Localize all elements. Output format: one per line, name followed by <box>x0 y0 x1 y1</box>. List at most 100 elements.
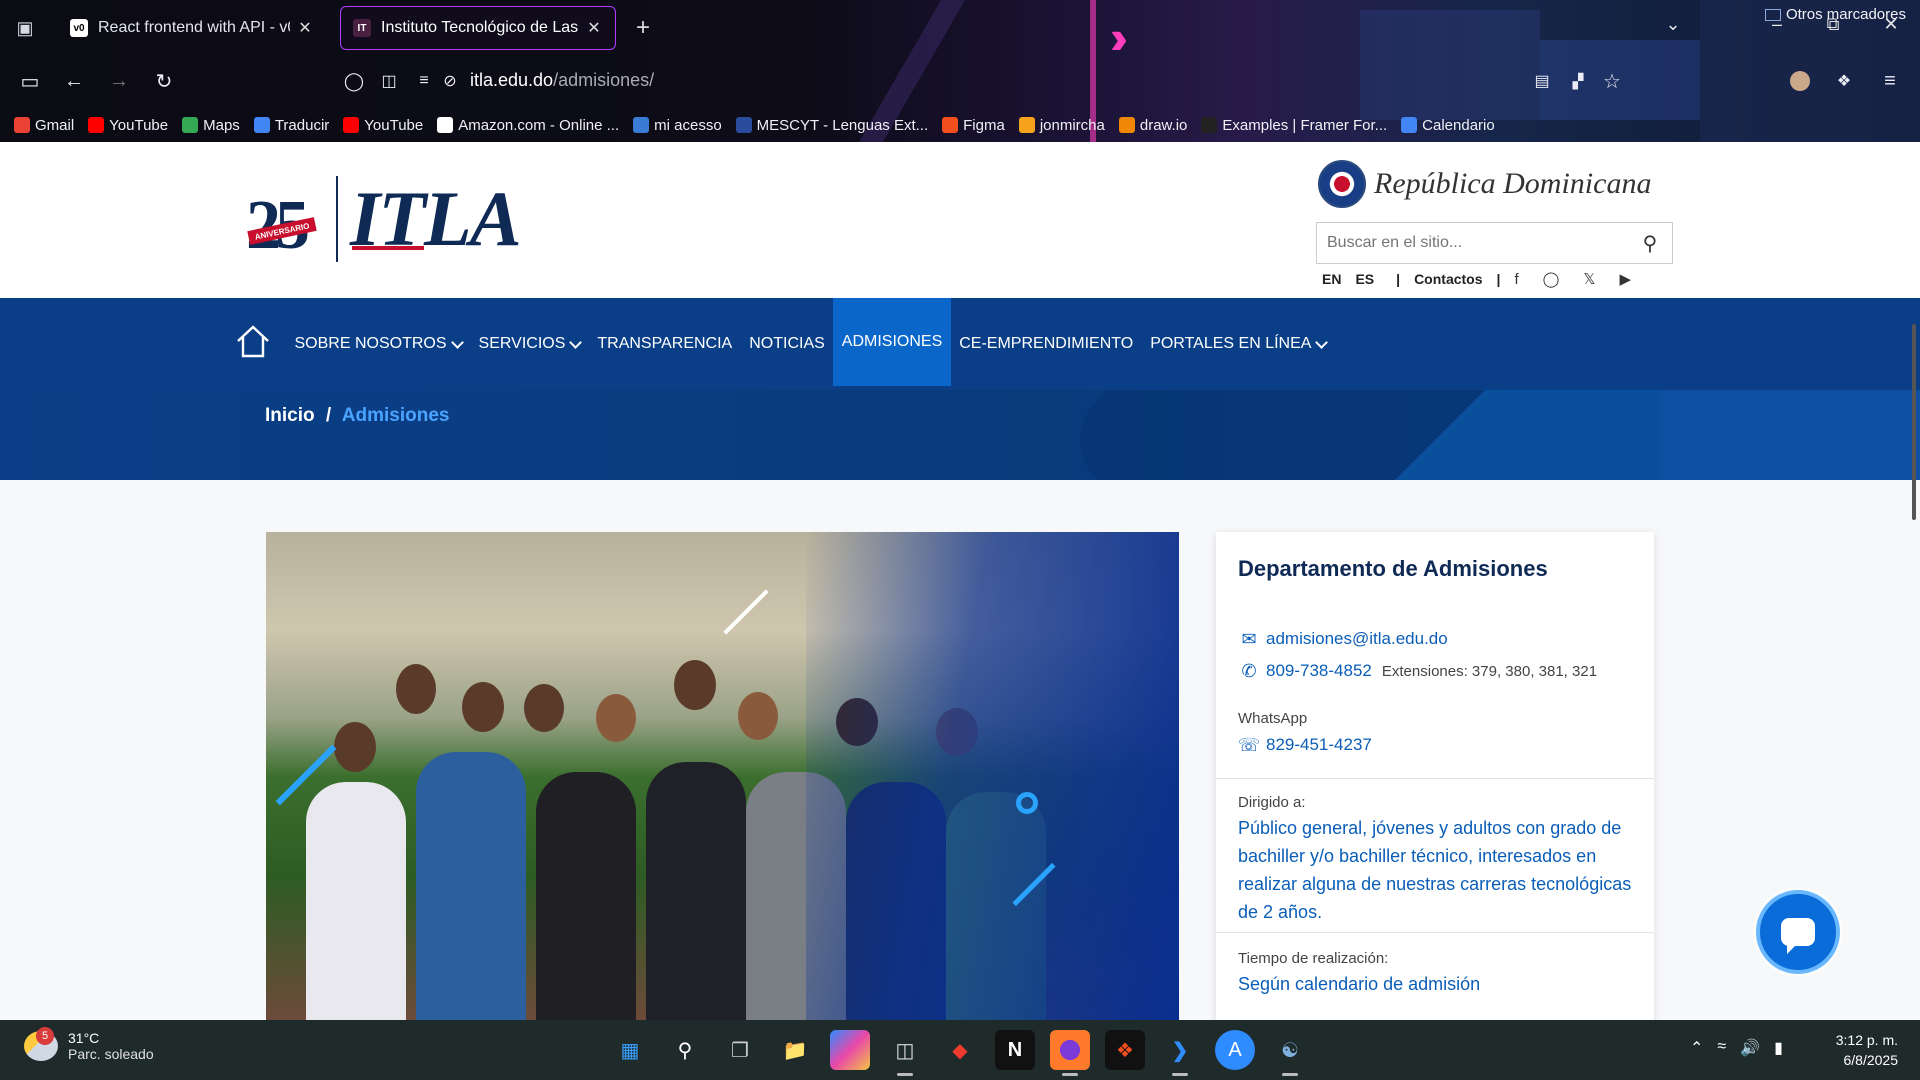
bookmark-item[interactable]: YouTube <box>343 117 423 134</box>
bookmark-favicon-icon <box>1118 117 1135 133</box>
home-icon[interactable] <box>234 322 272 360</box>
reader-mode-icon[interactable]: ▤ <box>1528 68 1556 94</box>
tracking-icon[interactable]: ⊘ <box>436 68 464 94</box>
menu-icon[interactable]: ≡ <box>1876 68 1904 94</box>
search-icon[interactable]: ⚲ <box>1638 231 1662 256</box>
forward-icon[interactable]: → <box>105 68 133 94</box>
header-utilities: EN ES | Contactos | f ◯ 𝕏 ▶ <box>1322 270 1655 289</box>
lock-icon[interactable]: ◫ <box>375 68 403 94</box>
dirigido-text: Público general, jóvenes y adultos con g… <box>1238 818 1632 922</box>
tab-overflow-chevron-icon[interactable]: ⌄ <box>1658 14 1688 35</box>
bookmark-item[interactable]: Amazon.com - Online ... <box>437 117 619 134</box>
store-icon[interactable]: ◫ <box>885 1030 925 1076</box>
phone-link[interactable]: 809-738-4852 <box>1266 661 1372 681</box>
weather-condition: Parc. soleado <box>68 1046 154 1062</box>
bookmark-item[interactable]: MESCYT - Lenguas Ext... <box>735 117 928 134</box>
copilot-icon[interactable] <box>830 1030 870 1070</box>
chat-button[interactable] <box>1756 890 1840 974</box>
search-icon[interactable]: ⚲ <box>665 1030 705 1070</box>
date: 6/8/2025 <box>1843 1052 1899 1068</box>
vscode-icon[interactable]: ❯ <box>1160 1030 1200 1076</box>
start-icon[interactable]: ▦ <box>610 1030 650 1070</box>
wifi-icon[interactable]: ≈ <box>1717 1038 1726 1058</box>
close-tab-icon[interactable]: ✕ <box>296 18 314 38</box>
bookmark-item[interactable]: Traducir <box>253 117 329 134</box>
nav-item-label: CE-EMPRENDIMIENTO <box>959 335 1134 352</box>
page-scrollbar[interactable] <box>1912 324 1916 520</box>
postgresql-icon[interactable]: ☯ <box>1270 1030 1310 1076</box>
youtube-icon[interactable]: ▶ <box>1620 270 1632 288</box>
email-row[interactable]: ✉ admisiones@itla.edu.do <box>1238 628 1448 650</box>
extensions-icon[interactable]: ❖ <box>1830 68 1858 94</box>
bookmark-favicon-icon <box>1201 117 1218 133</box>
permissions-icon[interactable]: ≡ <box>410 68 438 94</box>
instagram-icon[interactable]: ◯ <box>1543 270 1560 288</box>
bookmark-label: draw.io <box>1139 116 1188 134</box>
bookmark-item[interactable]: Examples | Framer For... <box>1201 117 1387 134</box>
bookmark-item[interactable]: Calendario <box>1401 117 1495 134</box>
sidebar-toggle-icon[interactable]: ▭ <box>16 68 44 94</box>
contactos-link[interactable]: Contactos <box>1414 271 1482 287</box>
nav-item-label: SERVICIOS <box>478 335 566 352</box>
bookmark-label: Examples | Framer For... <box>1222 116 1388 134</box>
nav-item-ce-emprendimiento[interactable]: CE-EMPRENDIMIENTO <box>951 298 1142 390</box>
bookmark-item[interactable]: Figma <box>942 117 1005 134</box>
url-path: /admisiones/ <box>553 70 655 90</box>
firefox-icon[interactable] <box>1050 1030 1090 1076</box>
breadcrumb-home[interactable]: Inicio <box>265 405 315 426</box>
file-explorer-icon[interactable]: 📁 <box>775 1030 815 1070</box>
nav-item-transparencia[interactable]: TRANSPARENCIA <box>589 298 741 390</box>
tab-itla[interactable]: IT Instituto Tecnológico de Las Am ✕ <box>340 6 616 50</box>
anydesk-icon[interactable]: ◆ <box>940 1030 980 1070</box>
lang-es-link[interactable]: ES <box>1355 271 1374 287</box>
figma-icon[interactable]: ❖ <box>1105 1030 1145 1070</box>
nav-item-noticias[interactable]: NOTICIAS <box>741 298 834 390</box>
whatsapp-link[interactable]: 829-451-4237 <box>1266 735 1372 755</box>
chevron-up-icon[interactable]: ⌃ <box>1690 1038 1703 1058</box>
notion-icon[interactable]: N <box>995 1030 1035 1070</box>
nav-item-portales-en-l-nea[interactable]: PORTALES EN LÍNEA <box>1142 298 1335 390</box>
other-bookmarks[interactable]: Otros marcadores <box>1764 6 1906 23</box>
translate-icon[interactable]: ▞ <box>1564 68 1592 94</box>
reload-icon[interactable]: ↻ <box>150 68 178 94</box>
bookmark-item[interactable]: YouTube <box>88 117 168 134</box>
bookmark-favicon-icon <box>942 117 959 133</box>
bookmark-item[interactable]: Maps <box>182 117 240 134</box>
tab-v0[interactable]: v0 React frontend with API - v0 by ✕ <box>58 6 326 50</box>
close-tab-icon[interactable]: ✕ <box>585 18 603 38</box>
back-icon[interactable]: ← <box>60 68 88 94</box>
bookmark-item[interactable]: Gmail <box>14 117 74 134</box>
facebook-icon[interactable]: f <box>1514 271 1518 288</box>
breadcrumb-current: Admisiones <box>341 405 450 426</box>
battery-icon[interactable]: ▮ <box>1774 1038 1783 1058</box>
new-tab-icon[interactable]: + <box>630 14 656 42</box>
itla-logo[interactable]: 25 ANIVERSARIO ITLA <box>246 175 526 266</box>
bookmark-item[interactable]: mi acesso <box>633 117 722 134</box>
x-icon[interactable]: 𝕏 <box>1583 270 1595 288</box>
bookmark-item[interactable]: draw.io <box>1118 116 1188 134</box>
weather-widget[interactable]: 5 31°C Parc. soleado <box>24 1027 154 1062</box>
bookmark-item[interactable]: jonmircha <box>1018 117 1105 134</box>
nav-item-servicios[interactable]: SERVICIOS <box>470 298 589 390</box>
nav-item-sobre-nosotros[interactable]: SOBRE NOSOTROS <box>286 298 470 390</box>
decor-circle <box>1016 792 1038 814</box>
bookmark-star-icon[interactable]: ☆ <box>1598 68 1626 94</box>
clock[interactable]: 3:12 p. m. 6/8/2025 <box>1820 1030 1898 1070</box>
shield-icon[interactable]: ◯ <box>340 68 368 94</box>
task-view-icon[interactable]: ❐ <box>720 1030 760 1070</box>
nav-item-admisiones[interactable]: ADMISIONES <box>833 298 951 386</box>
url-bar[interactable]: itla.edu.do/admisiones/ <box>470 70 654 91</box>
volume-icon[interactable]: 🔊 <box>1740 1038 1760 1058</box>
lang-en-link[interactable]: EN <box>1322 271 1341 287</box>
email-link[interactable]: admisiones@itla.edu.do <box>1266 629 1448 649</box>
blue-overlay <box>806 532 1179 1020</box>
profile-avatar-icon[interactable] <box>1786 68 1814 94</box>
search-input[interactable] <box>1327 234 1638 252</box>
v0-favicon-icon: v0 <box>70 19 88 37</box>
app-store-icon[interactable]: A <box>1215 1030 1255 1070</box>
whatsapp-label: WhatsApp <box>1238 710 1308 727</box>
bookmark-favicon-icon <box>88 117 105 133</box>
whatsapp-row[interactable]: ☏ 829-451-4237 <box>1238 734 1372 756</box>
extensions-text: Extensiones: 379, 380, 381, 321 <box>1381 662 1598 680</box>
tab-list-icon[interactable]: ▣ <box>12 16 38 40</box>
